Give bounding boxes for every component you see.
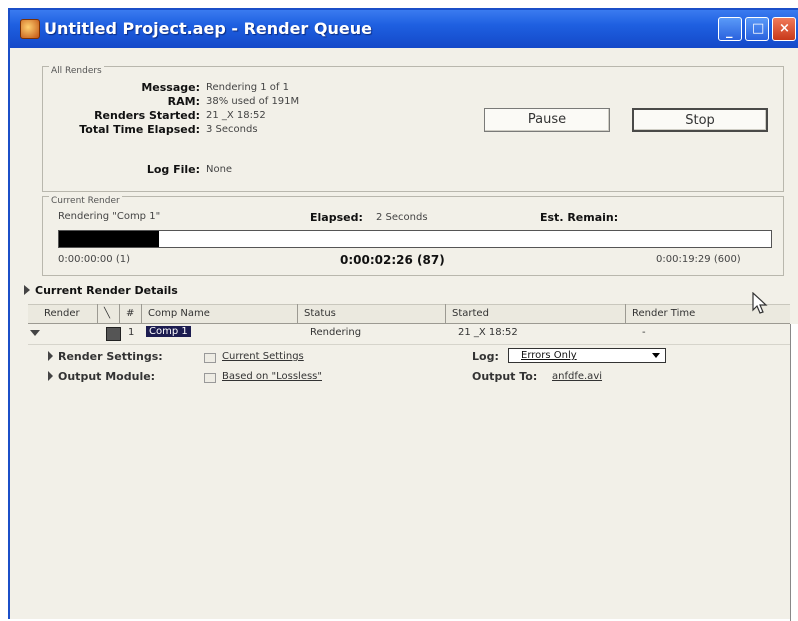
row-divider: [28, 344, 790, 345]
log-dropdown-value: Errors Only: [521, 350, 577, 361]
render-queue-window: Untitled Project.aep - Render Queue _ □ …: [8, 8, 798, 621]
render-settings-label: Render Settings:: [58, 350, 163, 363]
vertical-scrollbar[interactable]: [790, 324, 798, 621]
collapse-triangle-icon: [30, 330, 40, 336]
expand-triangle-icon: [48, 371, 53, 381]
maximize-icon: □: [752, 21, 765, 36]
render-settings-value[interactable]: Current Settings: [222, 351, 304, 362]
log-label: Log:: [472, 350, 499, 363]
all-renders-label: All Renders: [49, 66, 104, 76]
est-remain-label: Est. Remain:: [540, 211, 619, 224]
render-settings-toggle[interactable]: Render Settings:: [48, 350, 163, 363]
message-value: Rendering 1 of 1: [206, 82, 289, 93]
renders-started-label: Renders Started:: [94, 109, 200, 122]
current-render-label: Current Render: [49, 196, 122, 206]
output-module-value[interactable]: Based on "Lossless": [222, 371, 322, 382]
progress-end-time: 0:00:19:29 (600): [656, 254, 741, 265]
comp-name-cell[interactable]: Comp 1: [146, 326, 191, 337]
log-file-label: Log File:: [146, 163, 200, 176]
pause-button[interactable]: Pause: [484, 108, 610, 132]
minimize-icon: _: [726, 24, 733, 39]
output-module-toggle[interactable]: Output Module:: [48, 370, 155, 383]
message-label: Message:: [141, 81, 200, 94]
elapsed-label: Elapsed:: [310, 211, 363, 224]
output-module-menu-icon[interactable]: [204, 373, 216, 383]
render-settings-menu-icon[interactable]: [204, 353, 216, 363]
app-icon: [20, 19, 40, 39]
column-comp-name[interactable]: Comp Name: [142, 304, 298, 324]
column-motion-blur[interactable]: ╲: [98, 304, 120, 324]
column-status[interactable]: Status: [298, 304, 446, 324]
output-to-label: Output To:: [472, 370, 538, 383]
close-button[interactable]: ×: [772, 17, 796, 41]
column-started[interactable]: Started: [446, 304, 626, 324]
started-cell: 21 _X 18:52: [458, 327, 518, 338]
minimize-button[interactable]: _: [718, 17, 742, 41]
expand-triangle-icon: [48, 351, 53, 361]
expand-triangle-icon: [24, 285, 30, 295]
output-module-label: Output Module:: [58, 370, 156, 383]
comp-name-value: Comp 1: [146, 326, 191, 337]
row-expand-toggle[interactable]: [30, 328, 40, 339]
total-time-label: Total Time Elapsed:: [79, 123, 200, 136]
render-checkbox[interactable]: [106, 327, 121, 341]
current-render-details-toggle[interactable]: Current Render Details: [24, 284, 178, 297]
progress-start-time: 0:00:00:00 (1): [58, 254, 130, 265]
progress-current-time: 0:00:02:26 (87): [340, 253, 445, 267]
ram-value: 38% used of 191M: [206, 96, 300, 107]
window-title: Untitled Project.aep - Render Queue: [44, 19, 372, 38]
column-render[interactable]: Render: [38, 304, 98, 324]
close-icon: ×: [779, 21, 790, 36]
render-time-cell: -: [642, 327, 646, 338]
elapsed-value: 2 Seconds: [376, 212, 428, 223]
renders-started-value: 21 _X 18:52: [206, 110, 266, 121]
dropdown-arrow-icon: [652, 353, 660, 358]
render-progress-bar: [58, 230, 772, 248]
current-render-details-label: Current Render Details: [35, 284, 178, 297]
row-number: 1: [128, 327, 135, 338]
column-number[interactable]: #: [120, 304, 142, 324]
render-progress-fill: [59, 231, 159, 247]
stop-button[interactable]: Stop: [632, 108, 768, 132]
mouse-cursor-icon: [752, 292, 768, 314]
title-bar[interactable]: Untitled Project.aep - Render Queue _ □ …: [10, 10, 798, 48]
total-time-value: 3 Seconds: [206, 124, 258, 135]
status-cell: Rendering: [310, 327, 362, 338]
ram-label: RAM:: [167, 95, 200, 108]
log-file-value: None: [206, 164, 233, 175]
output-to-value[interactable]: anfdfe.avi: [552, 371, 602, 382]
log-dropdown[interactable]: Errors Only: [508, 348, 666, 363]
rendering-comp-text: Rendering "Comp 1": [58, 211, 161, 222]
motion-blur-icon: ╲: [104, 308, 111, 319]
maximize-button[interactable]: □: [745, 17, 769, 41]
